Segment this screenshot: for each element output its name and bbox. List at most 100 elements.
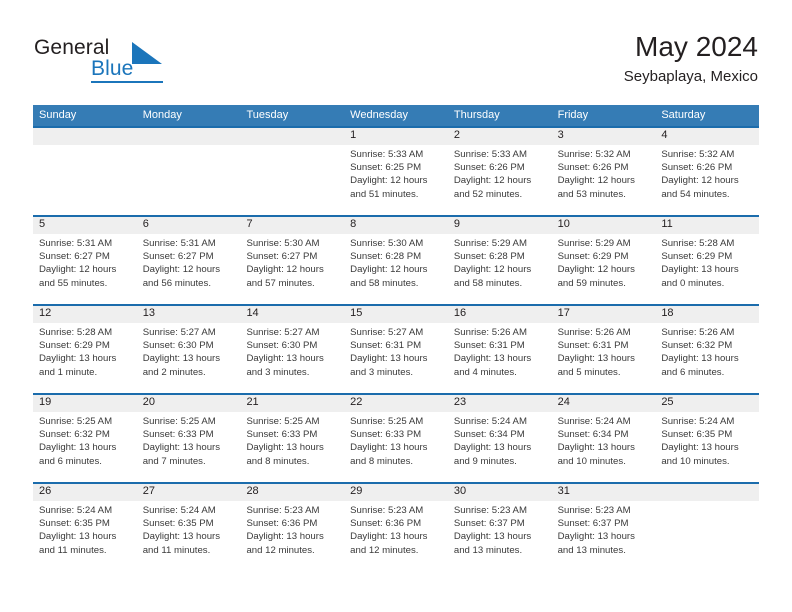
- day-cell[interactable]: 22 Sunrise: 5:25 AM Sunset: 6:33 PM Dayligh…: [344, 395, 448, 482]
- daylight-text-line1: Daylight: 13 hours: [39, 353, 117, 365]
- daylight-text-line1: Daylight: 12 hours: [661, 175, 739, 187]
- daylight-text-line1: Daylight: 13 hours: [142, 531, 221, 543]
- day-number: 10: [551, 217, 656, 234]
- daylight-text-line1: Daylight: 12 hours: [350, 264, 428, 276]
- sunset-text: Sunset: 6:31 PM: [557, 340, 629, 352]
- day-cell[interactable]: 20 Sunrise: 5:25 AM Sunset: 6:33 PM Dayligh…: [136, 395, 241, 482]
- day-number: 7: [240, 217, 345, 234]
- sunrise-text: Sunrise: 5:25 AM: [39, 416, 113, 427]
- daylight-text-line1: Daylight: 13 hours: [557, 531, 635, 543]
- sunset-text: Sunset: 6:34 PM: [453, 429, 525, 441]
- calendar-week-row: 5 Sunrise: 5:31 AM Sunset: 6:27 PM Daylight…: [33, 215, 760, 304]
- day-cell[interactable]: 15 Sunrise: 5:27 AM Sunset: 6:31 PM Dayligh…: [344, 306, 448, 393]
- sunset-text: Sunset: 6:32 PM: [661, 340, 733, 352]
- day-cell[interactable]: 9 Sunrise: 5:29 AM Sunset: 6:28 PM Daylight…: [447, 217, 552, 304]
- weekday-header-row: Sunday Monday Tuesday Wednesday Thursday…: [33, 105, 759, 126]
- day-cell[interactable]: 28 Sunrise: 5:23 AM Sunset: 6:36 PM Dayligh…: [240, 484, 345, 571]
- day-number: 28: [240, 484, 345, 501]
- day-cell[interactable]: 6 Sunrise: 5:31 AM Sunset: 6:27 PM Daylight…: [136, 217, 241, 304]
- day-number: 6: [136, 217, 241, 234]
- weekday-header-thursday: Thursday: [453, 109, 500, 121]
- day-cell[interactable]: 23 Sunrise: 5:24 AM Sunset: 6:34 PM Dayligh…: [447, 395, 552, 482]
- day-cell[interactable]: 14 Sunrise: 5:27 AM Sunset: 6:30 PM Dayligh…: [240, 306, 345, 393]
- day-cell-empty: [655, 484, 760, 571]
- calendar-weeks: 1 Sunrise: 5:33 AM Sunset: 6:25 PM Daylight…: [33, 126, 760, 571]
- day-cell[interactable]: 8 Sunrise: 5:30 AM Sunset: 6:28 PM Daylight…: [344, 217, 448, 304]
- daylight-text-line2: and 59 minutes.: [557, 277, 626, 289]
- day-cell[interactable]: 7 Sunrise: 5:30 AM Sunset: 6:27 PM Daylight…: [240, 217, 345, 304]
- sunrise-text: Sunrise: 5:23 AM: [246, 505, 320, 516]
- sunset-text: Sunset: 6:27 PM: [246, 251, 318, 263]
- day-number: 11: [655, 217, 760, 234]
- day-cell[interactable]: 25 Sunrise: 5:24 AM Sunset: 6:35 PM Dayligh…: [655, 395, 760, 482]
- day-cell[interactable]: 4 Sunrise: 5:32 AM Sunset: 6:26 PM Daylight…: [655, 128, 760, 215]
- triangle-logo-icon: [132, 42, 162, 64]
- day-number: [136, 128, 241, 145]
- day-number: 24: [551, 395, 656, 412]
- daylight-text-line2: and 55 minutes.: [39, 277, 108, 289]
- sunrise-text: Sunrise: 5:24 AM: [453, 416, 527, 427]
- daylight-text-line2: and 13 minutes.: [453, 544, 523, 556]
- day-details: Sunrise: 5:23 AM Sunset: 6:36 PM Daylight:…: [240, 501, 344, 557]
- day-cell[interactable]: 3 Sunrise: 5:32 AM Sunset: 6:26 PM Daylight…: [551, 128, 656, 215]
- day-cell[interactable]: 30 Sunrise: 5:23 AM Sunset: 6:37 PM Dayligh…: [447, 484, 552, 571]
- daylight-text-line1: Daylight: 13 hours: [661, 442, 739, 454]
- daylight-text-line2: and 52 minutes.: [453, 188, 523, 200]
- day-cell[interactable]: 16 Sunrise: 5:26 AM Sunset: 6:31 PM Dayligh…: [447, 306, 552, 393]
- day-cell[interactable]: 1 Sunrise: 5:33 AM Sunset: 6:25 PM Daylight…: [344, 128, 448, 215]
- daylight-text-line1: Daylight: 13 hours: [453, 442, 532, 454]
- day-cell[interactable]: 19 Sunrise: 5:25 AM Sunset: 6:32 PM Dayligh…: [33, 395, 137, 482]
- day-cell[interactable]: 27 Sunrise: 5:24 AM Sunset: 6:35 PM Dayligh…: [136, 484, 241, 571]
- sunset-text: Sunset: 6:28 PM: [350, 251, 422, 263]
- general-blue-logo[interactable]: General Blue: [34, 36, 214, 92]
- day-cell[interactable]: 5 Sunrise: 5:31 AM Sunset: 6:27 PM Daylight…: [33, 217, 137, 304]
- day-number: 3: [551, 128, 656, 145]
- daylight-text-line2: and 12 minutes.: [246, 544, 315, 556]
- day-cell[interactable]: 12 Sunrise: 5:28 AM Sunset: 6:29 PM Dayligh…: [33, 306, 137, 393]
- daylight-text-line2: and 11 minutes.: [39, 544, 107, 556]
- sunrise-text: Sunrise: 5:33 AM: [453, 149, 527, 160]
- day-number: 27: [136, 484, 241, 501]
- day-number: 21: [240, 395, 345, 412]
- sunset-text: Sunset: 6:31 PM: [350, 340, 422, 352]
- daylight-text-line1: Daylight: 13 hours: [661, 264, 739, 276]
- sunrise-text: Sunrise: 5:30 AM: [246, 238, 320, 249]
- daylight-text-line2: and 11 minutes.: [142, 544, 211, 556]
- daylight-text-line2: and 9 minutes.: [453, 455, 517, 467]
- daylight-text-line1: Daylight: 12 hours: [453, 175, 532, 187]
- day-cell[interactable]: 11 Sunrise: 5:28 AM Sunset: 6:29 PM Dayligh…: [655, 217, 760, 304]
- sunrise-text: Sunrise: 5:32 AM: [557, 149, 631, 160]
- day-cell[interactable]: 2 Sunrise: 5:33 AM Sunset: 6:26 PM Daylight…: [447, 128, 552, 215]
- daylight-text-line2: and 57 minutes.: [246, 277, 315, 289]
- day-details: Sunrise: 5:28 AM Sunset: 6:29 PM Daylight:…: [655, 234, 759, 290]
- daylight-text-line2: and 3 minutes.: [350, 366, 414, 378]
- daylight-text-line1: Daylight: 13 hours: [350, 353, 428, 365]
- sunrise-text: Sunrise: 5:24 AM: [142, 505, 216, 516]
- day-cell[interactable]: 29 Sunrise: 5:23 AM Sunset: 6:36 PM Dayligh…: [344, 484, 448, 571]
- sunset-text: Sunset: 6:28 PM: [453, 251, 525, 263]
- sunset-text: Sunset: 6:36 PM: [350, 518, 422, 530]
- day-cell[interactable]: 24 Sunrise: 5:24 AM Sunset: 6:34 PM Dayligh…: [551, 395, 656, 482]
- daylight-text-line1: Daylight: 13 hours: [142, 442, 221, 454]
- day-number: 13: [136, 306, 241, 323]
- weekday-header-monday: Monday: [142, 109, 182, 121]
- sunset-text: Sunset: 6:31 PM: [453, 340, 525, 352]
- day-cell[interactable]: 26 Sunrise: 5:24 AM Sunset: 6:35 PM Dayligh…: [33, 484, 137, 571]
- day-cell[interactable]: 18 Sunrise: 5:26 AM Sunset: 6:32 PM Dayligh…: [655, 306, 760, 393]
- day-cell[interactable]: 10 Sunrise: 5:29 AM Sunset: 6:29 PM Dayligh…: [551, 217, 656, 304]
- page-subtitle-location: Seybaplaya, Mexico: [623, 68, 758, 85]
- day-cell[interactable]: 17 Sunrise: 5:26 AM Sunset: 6:31 PM Dayligh…: [551, 306, 656, 393]
- calendar-week-row: 12 Sunrise: 5:28 AM Sunset: 6:29 PM Dayligh…: [33, 304, 760, 393]
- day-number: 22: [344, 395, 448, 412]
- daylight-text-line1: Daylight: 13 hours: [350, 531, 428, 543]
- day-number: 4: [655, 128, 760, 145]
- day-cell[interactable]: 13 Sunrise: 5:27 AM Sunset: 6:30 PM Dayligh…: [136, 306, 241, 393]
- day-details: Sunrise: 5:30 AM Sunset: 6:27 PM Daylight:…: [240, 234, 344, 290]
- daylight-text-line2: and 5 minutes.: [557, 366, 621, 378]
- day-details: Sunrise: 5:25 AM Sunset: 6:33 PM Daylight:…: [344, 412, 448, 468]
- day-cell[interactable]: 31 Sunrise: 5:23 AM Sunset: 6:37 PM Dayligh…: [551, 484, 656, 571]
- day-number: 25: [655, 395, 760, 412]
- sunrise-text: Sunrise: 5:23 AM: [453, 505, 527, 516]
- day-details: Sunrise: 5:25 AM Sunset: 6:33 PM Daylight:…: [240, 412, 344, 468]
- day-cell[interactable]: 21 Sunrise: 5:25 AM Sunset: 6:33 PM Dayligh…: [240, 395, 345, 482]
